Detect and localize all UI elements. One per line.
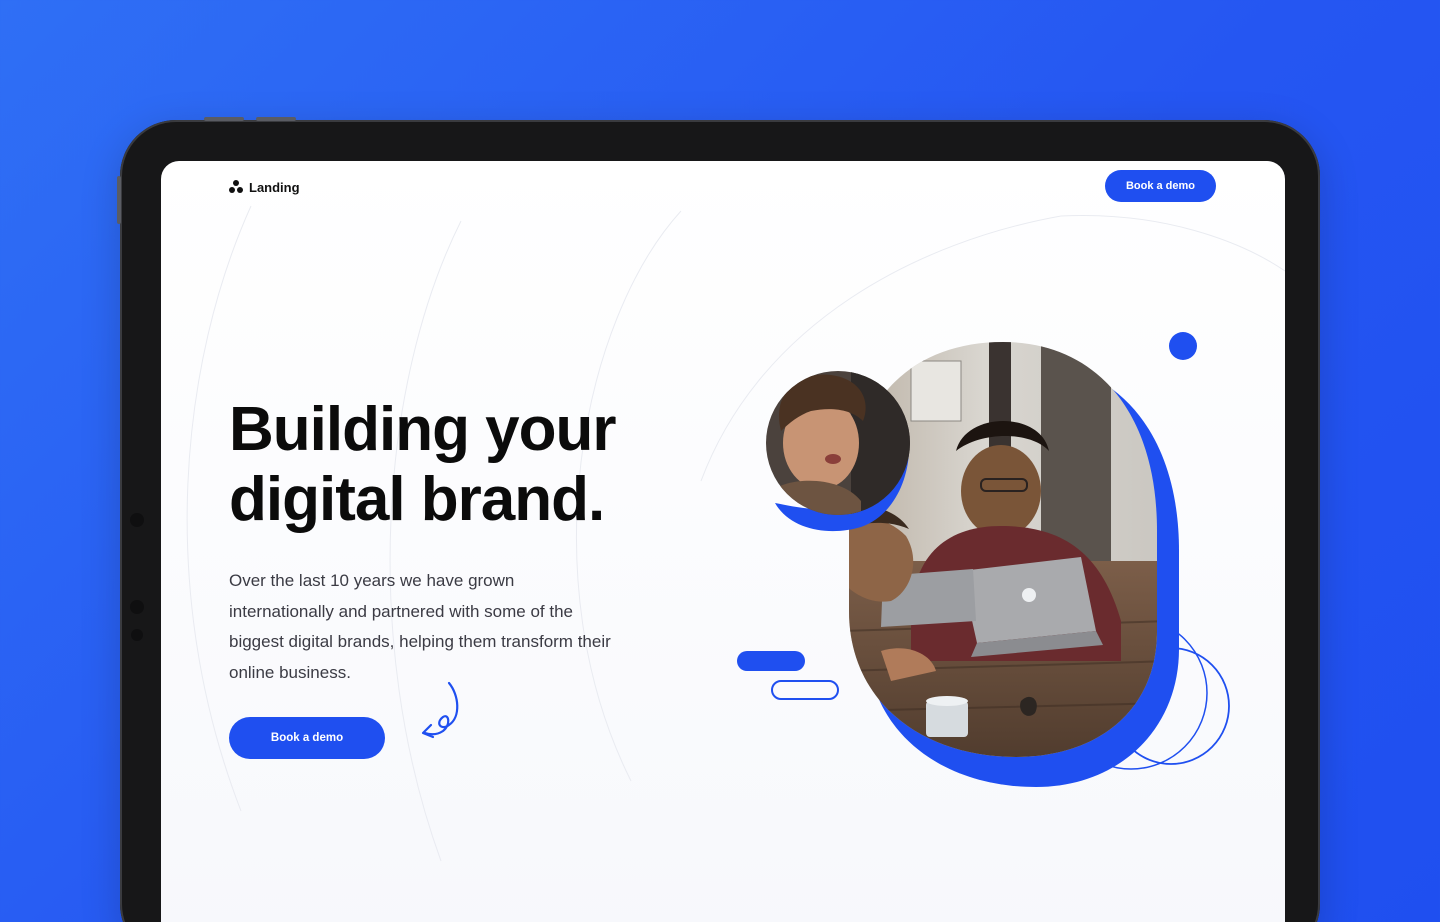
hero-title-line-1: Building your xyxy=(229,395,617,464)
brand-name: Landing xyxy=(249,179,300,195)
hero-title-line-2: digital brand. xyxy=(229,465,605,534)
device-top-button xyxy=(204,117,244,121)
nav-book-demo-button[interactable]: Book a demo xyxy=(1105,170,1216,202)
device-side-button xyxy=(117,176,121,224)
curly-arrow-icon xyxy=(421,681,459,739)
brand-logo[interactable]: Landing xyxy=(229,177,300,197)
device-camera-dot xyxy=(131,629,143,641)
hero-book-demo-button[interactable]: Book a demo xyxy=(229,717,385,759)
device-camera-dot xyxy=(130,600,144,614)
device-top-button xyxy=(256,117,296,121)
device-camera-dot xyxy=(130,513,144,527)
three-dots-logo-icon xyxy=(229,180,243,194)
hero-description: Over the last 10 years we have grown int… xyxy=(229,571,611,682)
hero-title: Building your digital brand. xyxy=(229,395,669,535)
hero-illustration xyxy=(737,332,1230,787)
browser-screen: Landing Book a demo Building your digita… xyxy=(161,161,1285,922)
